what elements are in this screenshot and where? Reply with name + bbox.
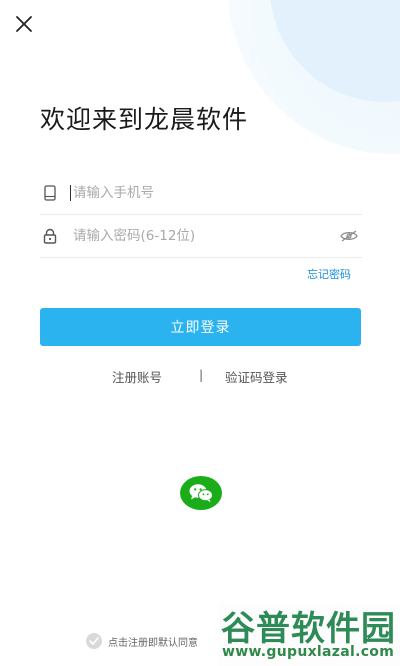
wechat-login-button[interactable] <box>180 476 222 510</box>
sms-login-link[interactable]: 验证码登录 <box>225 367 288 386</box>
page-title: 欢迎来到龙晨软件 <box>40 105 249 134</box>
lock-icon <box>40 226 60 246</box>
close-button[interactable] <box>12 12 36 36</box>
eye-off-icon <box>340 230 358 241</box>
watermark-url: www.gupuxlazal.com <box>222 644 395 660</box>
agreement-text: 点击注册即默认同意 <box>108 637 198 649</box>
register-link[interactable]: 注册账号 <box>112 367 162 386</box>
background-decoration <box>228 0 400 154</box>
phone-icon <box>40 183 60 203</box>
watermark-name: 谷普软件园 <box>221 609 396 649</box>
close-icon <box>16 16 32 32</box>
background-decoration-inner <box>270 0 400 102</box>
check-icon <box>89 637 99 645</box>
wechat-icon <box>189 484 213 503</box>
password-field <box>40 214 362 258</box>
agreement-checkbox[interactable] <box>86 633 102 649</box>
agreement-row: 点击注册即默认同意 <box>86 632 198 650</box>
phone-field <box>40 171 362 215</box>
alternate-actions: 注册账号 | 验证码登录 <box>0 367 400 385</box>
login-screen: 欢迎来到龙晨软件 忘记密码 立即登录 <box>0 0 400 666</box>
text-caret <box>70 185 71 201</box>
forgot-password-link[interactable]: 忘记密码 <box>307 266 351 282</box>
watermark: 谷普软件园 www.gupuxlazal.com <box>219 603 400 666</box>
link-divider: | <box>199 367 204 382</box>
phone-input[interactable] <box>73 180 362 205</box>
toggle-password-visibility[interactable] <box>338 225 360 247</box>
login-button[interactable]: 立即登录 <box>40 308 361 346</box>
password-input[interactable] <box>73 223 338 248</box>
